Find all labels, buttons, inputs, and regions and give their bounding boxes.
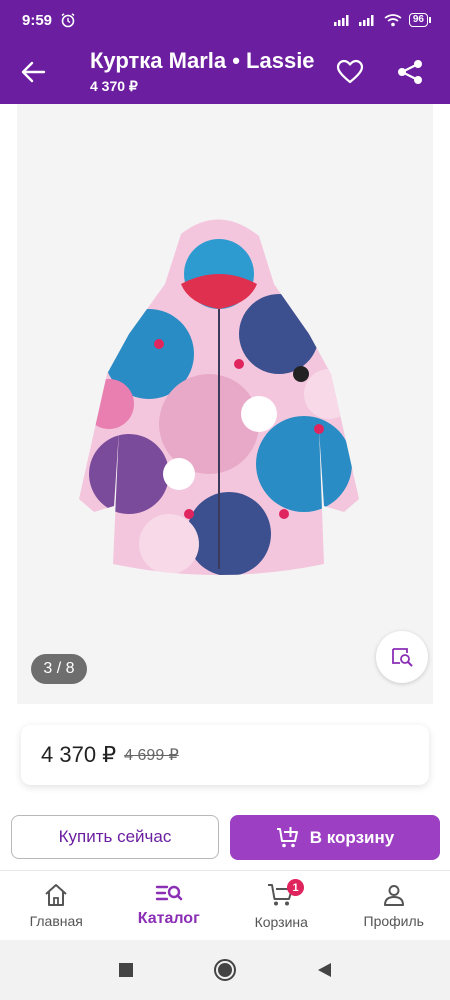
wifi-icon [384, 14, 402, 27]
nav-item-cart[interactable]: 1 Корзина [225, 871, 338, 941]
image-counter: 3 / 8 [31, 654, 87, 684]
current-price: 4 370 ₽ [41, 742, 117, 767]
clock: 9:59 [22, 11, 53, 29]
nav-item-home[interactable]: Главная [0, 871, 113, 941]
status-right: 96 [333, 13, 432, 27]
buy-now-button[interactable]: Купить сейчас [11, 815, 219, 859]
signal-icon [333, 15, 349, 26]
app-bar: Куртка Marla • Lassie 4 370 ₽ [0, 40, 450, 104]
nav-label-profile: Профиль [363, 913, 424, 929]
system-nav-bar [0, 940, 450, 1000]
home-button[interactable] [213, 958, 237, 982]
back-nav-button[interactable] [315, 961, 333, 979]
battery-icon: 96 [408, 13, 432, 27]
price-card: 4 370 ₽ 4 699 ₽ [21, 725, 429, 785]
add-to-cart-icon [276, 826, 298, 847]
back-button[interactable] [20, 58, 50, 86]
heart-icon [336, 59, 364, 84]
share-button[interactable] [394, 56, 426, 88]
alarm-icon [61, 13, 75, 28]
nav-label-cart: Корзина [254, 914, 308, 930]
catalog-search-icon [155, 885, 183, 901]
nav-label-home: Главная [29, 913, 83, 929]
favorite-button[interactable] [334, 56, 366, 88]
nav-item-profile[interactable]: Профиль [338, 871, 450, 941]
old-price: 4 699 ₽ [124, 747, 179, 764]
status-bar: 9:59 96 [0, 0, 450, 40]
home-icon [45, 884, 67, 906]
nav-item-catalog[interactable]: Каталог [113, 871, 226, 941]
status-left: 9:59 [22, 12, 76, 29]
nav-label-catalog: Каталог [137, 910, 200, 927]
bottom-nav: Главная Каталог 1 Корзина Профиль [0, 870, 450, 941]
profile-icon [383, 885, 404, 906]
add-to-cart-label: В корзину [309, 827, 395, 847]
app-bar-price: 4 370 ₽ [90, 78, 138, 94]
signal-icon [358, 15, 374, 26]
product-title: Куртка Marla • Lassie [90, 48, 315, 73]
back-arrow-icon [21, 61, 46, 83]
recents-button[interactable] [117, 961, 135, 979]
product-gallery[interactable]: 3 / 8 [17, 104, 433, 704]
image-search-icon [392, 648, 413, 667]
add-to-cart-button[interactable]: В корзину [230, 815, 440, 860]
cart-badge: 1 [287, 879, 304, 896]
product-image[interactable] [69, 214, 369, 594]
share-icon [398, 60, 422, 84]
visual-search-button[interactable] [376, 631, 428, 683]
